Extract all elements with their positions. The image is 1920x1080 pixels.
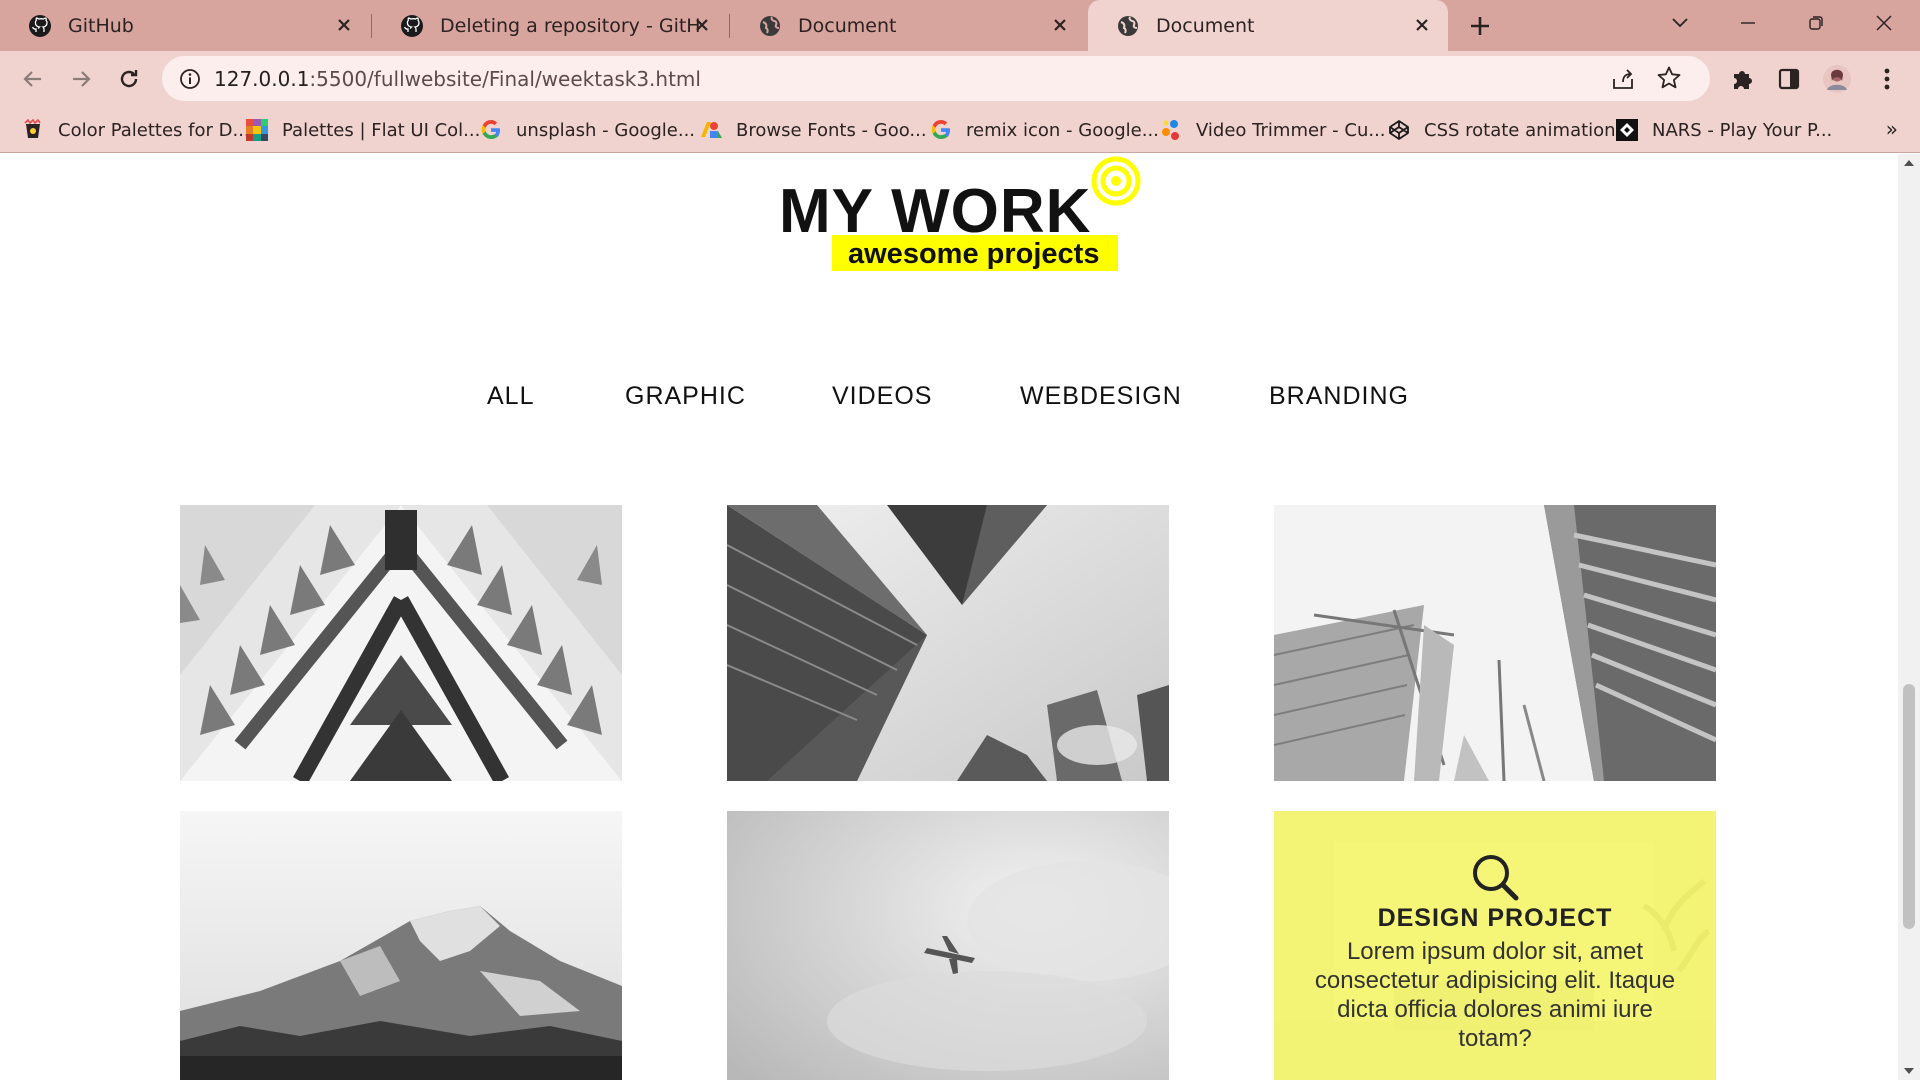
building-facade-photo[interactable]	[180, 505, 622, 781]
airplane-sky-photo[interactable]	[727, 811, 1169, 1080]
close-icon[interactable]	[1048, 13, 1072, 37]
bookmark-label: unsplash - Google...	[516, 119, 696, 141]
tab-title: GitHub	[68, 14, 134, 37]
page-scrollbar[interactable]	[1898, 154, 1920, 1080]
tab-strip: GitHub Deleting a repository - GitHub D …	[0, 0, 1920, 51]
bookmark-flat-ui[interactable]: Palettes | Flat UI Col...	[246, 115, 480, 145]
target-icon	[1090, 155, 1142, 207]
section-subtitle: awesome projects	[848, 238, 1100, 270]
page-viewport: MY WORK awesome projects ALL GRAPHIC VID…	[0, 154, 1898, 1080]
filter-videos[interactable]: VIDEOS	[832, 382, 932, 411]
bookmark-label: Video Trimmer - Cu...	[1196, 119, 1386, 141]
bookmark-css-rotate[interactable]: CSS rotate animation	[1388, 115, 1616, 145]
search-icon[interactable]	[1470, 852, 1520, 902]
palette-cup-icon	[22, 119, 44, 141]
google-fonts-icon	[700, 119, 722, 141]
menu-kebab-icon[interactable]	[1872, 64, 1902, 94]
bookmark-label: CSS rotate animation	[1424, 119, 1616, 141]
flatui-icon	[246, 119, 268, 141]
close-icon[interactable]	[1410, 13, 1434, 37]
close-window-button[interactable]	[1864, 8, 1904, 38]
google-icon	[930, 119, 952, 141]
nars-icon	[1616, 119, 1638, 141]
bookmarks-overflow-button[interactable]: »	[1886, 117, 1898, 141]
codepen-icon	[1388, 119, 1410, 141]
tab-title: Document	[798, 14, 897, 37]
close-icon[interactable]	[690, 13, 714, 37]
github-icon	[400, 14, 424, 38]
bookmark-browse-fonts[interactable]: Browse Fonts - Goo...	[700, 115, 927, 145]
bookmark-nars[interactable]: NARS - Play Your P...	[1616, 115, 1832, 145]
filter-branding[interactable]: BRANDING	[1269, 382, 1409, 411]
bookmark-video-trimmer[interactable]: Video Trimmer - Cu...	[1160, 115, 1386, 145]
scroll-up-arrow-icon[interactable]	[1904, 160, 1914, 166]
skyscrapers-upward-photo[interactable]	[727, 505, 1169, 781]
tab-search-chevron-icon[interactable]	[1660, 8, 1700, 38]
bookmark-label: Palettes | Flat UI Col...	[282, 119, 481, 141]
bookmark-label: NARS - Play Your P...	[1652, 119, 1833, 141]
tab-title: Deleting a repository - GitHub D	[440, 14, 702, 37]
tab-title: Document	[1156, 14, 1255, 37]
bookmark-remix-icon[interactable]: remix icon - Google...	[930, 115, 1159, 145]
interior-room-photo[interactable]: DESIGN PROJECT Lorem ipsum dolor sit, am…	[1274, 811, 1716, 1080]
globe-icon	[758, 14, 782, 38]
github-icon	[28, 14, 52, 38]
address-toolbar: 127.0.0.1:5500/fullwebsite/Final/weektas…	[0, 51, 1920, 107]
bookmark-label: remix icon - Google...	[966, 119, 1159, 141]
towers-and-crane-photo[interactable]	[1274, 505, 1716, 781]
close-icon[interactable]	[332, 13, 356, 37]
bookmark-label: Color Palettes for D...	[58, 119, 250, 141]
filter-all[interactable]: ALL	[487, 382, 534, 411]
project-hover-overlay[interactable]: DESIGN PROJECT Lorem ipsum dolor sit, am…	[1274, 811, 1716, 1080]
minimize-button[interactable]	[1728, 8, 1768, 38]
new-tab-button[interactable]	[1466, 12, 1494, 40]
google-icon	[480, 119, 502, 141]
overlay-title: DESIGN PROJECT	[1377, 903, 1613, 932]
bookmarks-bar: Color Palettes for D... Palettes | Flat …	[0, 107, 1920, 153]
side-panel-icon[interactable]	[1774, 64, 1804, 94]
tab-document[interactable]: Document	[730, 0, 1086, 51]
globe-icon	[1116, 14, 1140, 38]
restore-button[interactable]	[1796, 8, 1836, 38]
filter-graphic[interactable]: GRAPHIC	[625, 382, 746, 411]
bookmark-star-icon[interactable]	[1656, 65, 1682, 91]
reload-button[interactable]	[114, 64, 144, 94]
overlay-description: Lorem ipsum dolor sit, amet consectetur …	[1314, 937, 1676, 1052]
bookmark-unsplash-google[interactable]: unsplash - Google...	[480, 115, 695, 145]
scrollbar-thumb[interactable]	[1903, 684, 1915, 929]
tab-github[interactable]: GitHub	[0, 0, 370, 51]
forward-button[interactable]	[66, 64, 96, 94]
info-icon[interactable]	[178, 67, 202, 91]
url-text[interactable]: 127.0.0.1:5500/fullwebsite/Final/weektas…	[214, 67, 701, 91]
profile-avatar[interactable]	[1822, 64, 1852, 94]
tab-deleting-repo[interactable]: Deleting a repository - GitHub D	[372, 0, 728, 51]
extensions-puzzle-icon[interactable]	[1728, 64, 1758, 94]
url-path: :5500/fullwebsite/Final/weektask3.html	[309, 67, 701, 91]
bookmark-color-palettes[interactable]: Color Palettes for D...	[22, 115, 250, 145]
share-icon[interactable]	[1610, 66, 1636, 92]
address-bar[interactable]: 127.0.0.1:5500/fullwebsite/Final/weektas…	[162, 56, 1710, 101]
scroll-down-arrow-icon[interactable]	[1904, 1068, 1914, 1074]
video-trimmer-icon	[1160, 119, 1182, 141]
mountain-peak-photo[interactable]	[180, 811, 622, 1080]
filter-webdesign[interactable]: WEBDESIGN	[1020, 382, 1182, 411]
url-host: 127.0.0.1	[214, 67, 310, 91]
back-button[interactable]	[18, 64, 48, 94]
tab-document-active[interactable]: Document	[1088, 0, 1448, 51]
bookmark-label: Browse Fonts - Goo...	[736, 119, 927, 141]
